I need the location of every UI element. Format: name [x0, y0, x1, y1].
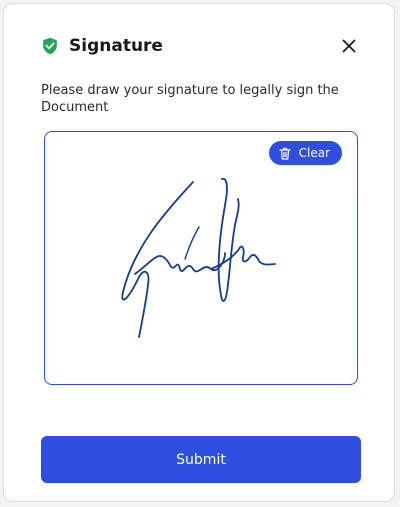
instructions-text: Please draw your signature to legally si… [41, 83, 339, 115]
dialog-header: Signature [41, 32, 357, 60]
drawn-signature [121, 177, 276, 338]
signature-dialog: Signature Please draw your signature to … [3, 3, 395, 502]
submit-button[interactable]: Submit [41, 436, 361, 483]
shield-check-icon [41, 36, 59, 56]
trash-icon [279, 147, 291, 160]
close-button[interactable] [339, 36, 359, 56]
clear-button-label: Clear [298, 146, 330, 160]
close-icon[interactable] [342, 39, 356, 53]
dialog-title: Signature [69, 36, 163, 56]
clear-button[interactable]: Clear [268, 141, 342, 165]
signature-canvas[interactable]: Clear [44, 131, 358, 385]
